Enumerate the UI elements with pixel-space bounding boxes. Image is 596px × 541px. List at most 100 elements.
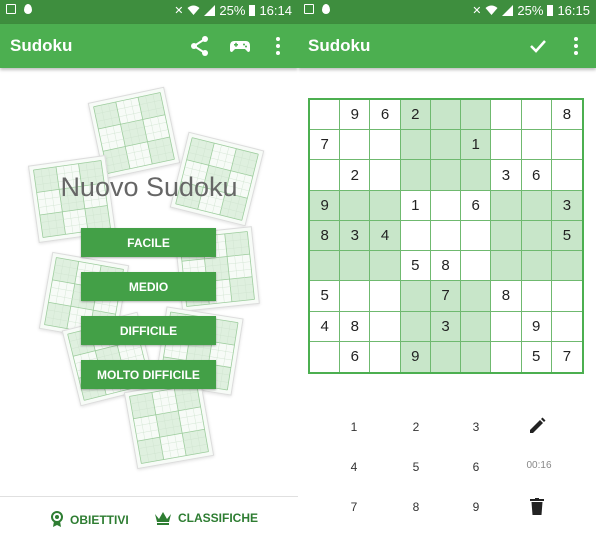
sudoku-cell[interactable] <box>491 251 522 282</box>
sudoku-cell[interactable]: 9 <box>340 100 371 131</box>
sudoku-cell[interactable]: 6 <box>461 190 492 221</box>
check-icon[interactable] <box>526 34 550 58</box>
sudoku-cell[interactable] <box>521 220 552 252</box>
sudoku-cell[interactable]: 7 <box>551 341 582 372</box>
sudoku-cell[interactable] <box>521 251 552 282</box>
sudoku-cell[interactable]: 4 <box>310 311 341 342</box>
sudoku-cell[interactable] <box>400 220 431 252</box>
keypad-4[interactable]: 4 <box>334 460 374 474</box>
sudoku-cell[interactable] <box>430 220 462 252</box>
keypad-8[interactable]: 8 <box>396 500 436 514</box>
keypad-3[interactable]: 3 <box>456 420 496 434</box>
sudoku-cell[interactable] <box>310 160 341 191</box>
sudoku-cell[interactable] <box>340 251 371 282</box>
sudoku-cell[interactable]: 1 <box>400 190 431 221</box>
keypad-7[interactable]: 7 <box>334 500 374 514</box>
leaderboards-button[interactable]: CLASSIFICHE <box>154 511 258 525</box>
sudoku-cell[interactable] <box>370 190 401 221</box>
sudoku-cell[interactable] <box>430 341 462 372</box>
sudoku-cell[interactable] <box>370 160 401 191</box>
sudoku-cell[interactable]: 8 <box>551 100 582 131</box>
keypad-6[interactable]: 6 <box>456 460 496 474</box>
sudoku-cell[interactable]: 3 <box>340 220 371 252</box>
sudoku-cell[interactable]: 2 <box>400 100 431 131</box>
sudoku-cell[interactable]: 1 <box>461 130 492 161</box>
sudoku-cell[interactable]: 7 <box>430 281 462 312</box>
keypad-1[interactable]: 1 <box>334 420 374 434</box>
sudoku-cell[interactable]: 5 <box>400 251 431 282</box>
sudoku-cell[interactable]: 9 <box>521 311 552 342</box>
sudoku-cell[interactable] <box>430 100 462 131</box>
sudoku-cell[interactable] <box>370 311 401 342</box>
sudoku-cell[interactable] <box>461 341 492 372</box>
sudoku-cell[interactable]: 6 <box>521 160 552 191</box>
sudoku-cell[interactable]: 7 <box>310 130 341 161</box>
sudoku-cell[interactable]: 3 <box>551 190 582 221</box>
keypad-2[interactable]: 2 <box>396 420 436 434</box>
sudoku-cell[interactable] <box>551 281 582 312</box>
sudoku-cell[interactable] <box>370 281 401 312</box>
sudoku-cell[interactable] <box>551 251 582 282</box>
sudoku-cell[interactable]: 8 <box>340 311 371 342</box>
sudoku-cell[interactable]: 6 <box>340 341 371 372</box>
sudoku-cell[interactable] <box>310 341 341 372</box>
sudoku-cell[interactable] <box>370 130 401 161</box>
sudoku-cell[interactable] <box>521 100 552 131</box>
sudoku-cell[interactable] <box>400 311 431 342</box>
sudoku-cell[interactable] <box>491 220 522 252</box>
sudoku-cell[interactable] <box>461 251 492 282</box>
sudoku-cell[interactable] <box>461 100 492 131</box>
sudoku-cell[interactable] <box>551 160 582 191</box>
sudoku-cell[interactable]: 4 <box>370 220 401 252</box>
sudoku-cell[interactable]: 5 <box>310 281 341 312</box>
sudoku-cell[interactable] <box>340 190 371 221</box>
keypad-9[interactable]: 9 <box>456 500 496 514</box>
sudoku-cell[interactable] <box>551 130 582 161</box>
sudoku-cell[interactable] <box>551 311 582 342</box>
sudoku-cell[interactable]: 5 <box>551 220 582 252</box>
achievements-button[interactable]: OBIETTIVI <box>50 511 129 528</box>
sudoku-cell[interactable] <box>370 341 401 372</box>
trash-icon[interactable] <box>530 498 544 515</box>
sudoku-cell[interactable] <box>491 190 522 221</box>
sudoku-cell[interactable]: 3 <box>430 311 462 342</box>
sudoku-cell[interactable] <box>461 220 492 252</box>
sudoku-cell[interactable]: 2 <box>340 160 371 191</box>
share-icon[interactable] <box>188 34 212 58</box>
sudoku-cell[interactable]: 9 <box>400 341 431 372</box>
pencil-icon[interactable] <box>528 417 546 435</box>
more-vert-icon[interactable] <box>564 34 588 58</box>
sudoku-cell[interactable] <box>340 281 371 312</box>
sudoku-cell[interactable] <box>340 130 371 161</box>
sudoku-cell[interactable] <box>370 251 401 282</box>
sudoku-cell[interactable] <box>521 281 552 312</box>
hard-button[interactable]: DIFFICILE <box>81 316 216 345</box>
very-hard-button[interactable]: MOLTO DIFFICILE <box>81 360 216 389</box>
sudoku-cell[interactable]: 6 <box>370 100 401 131</box>
sudoku-cell[interactable]: 3 <box>491 160 522 191</box>
sudoku-cell[interactable]: 8 <box>430 251 462 282</box>
sudoku-cell[interactable] <box>461 281 492 312</box>
more-vert-icon[interactable] <box>266 34 290 58</box>
medium-button[interactable]: MEDIO <box>81 272 216 301</box>
sudoku-cell[interactable] <box>491 100 522 131</box>
sudoku-cell[interactable] <box>430 160 462 191</box>
sudoku-cell[interactable] <box>310 251 341 282</box>
sudoku-cell[interactable] <box>430 190 462 221</box>
sudoku-cell[interactable] <box>491 341 522 372</box>
sudoku-cell[interactable] <box>461 160 492 191</box>
easy-button[interactable]: FACILE <box>81 228 216 257</box>
sudoku-cell[interactable]: 8 <box>491 281 522 312</box>
sudoku-cell[interactable] <box>400 130 431 161</box>
keypad-5[interactable]: 5 <box>396 460 436 474</box>
sudoku-cell[interactable]: 5 <box>521 341 552 372</box>
sudoku-cell[interactable] <box>491 311 522 342</box>
sudoku-cell[interactable] <box>521 190 552 221</box>
sudoku-cell[interactable] <box>521 130 552 161</box>
sudoku-cell[interactable] <box>400 160 431 191</box>
sudoku-cell[interactable] <box>491 130 522 161</box>
sudoku-cell[interactable]: 9 <box>310 190 341 221</box>
sudoku-cell[interactable] <box>400 281 431 312</box>
sudoku-cell[interactable] <box>461 311 492 342</box>
gamepad-icon[interactable] <box>228 34 252 58</box>
